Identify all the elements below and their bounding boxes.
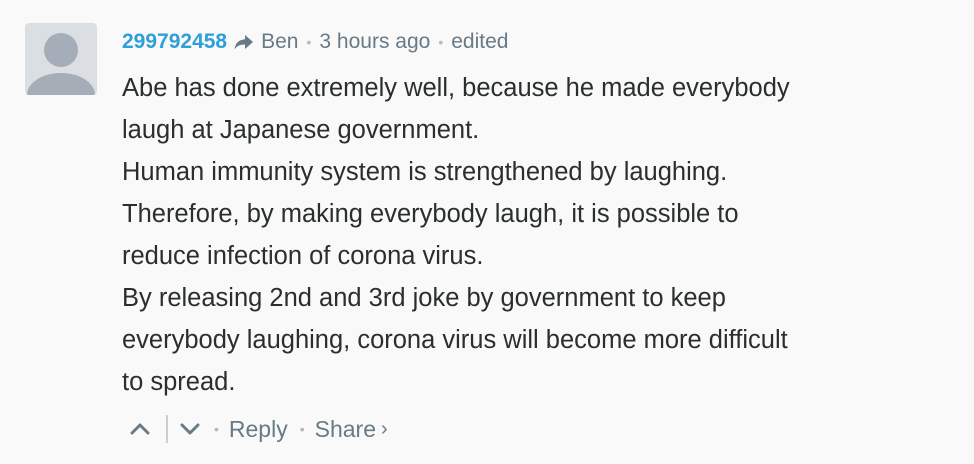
chevron-right-icon: › (381, 417, 388, 440)
comment-body-line: Therefore, by making everybody laugh, it… (122, 200, 739, 228)
separator-dot: • (306, 34, 312, 50)
chevron-up-icon (130, 423, 150, 435)
reply-button[interactable]: Reply (229, 416, 288, 443)
share-button[interactable]: Share (315, 416, 376, 443)
comment-footer: • Reply • Share › (128, 409, 388, 449)
comment-body-line: Abe has done extremely well, because he … (122, 74, 790, 102)
separator-dot: • (438, 34, 444, 50)
upvote-button[interactable] (128, 417, 152, 441)
reply-arrow-icon (233, 33, 255, 51)
avatar[interactable] (25, 23, 97, 95)
edited-label: edited (451, 30, 509, 53)
comment-body-line: laugh at Japanese government. (122, 116, 480, 144)
vote-divider (166, 415, 168, 443)
avatar-head-shape (44, 33, 78, 67)
comment: 299792458 Ben • 3 hours ago • edited Abe… (0, 0, 974, 464)
separator-dot: • (214, 421, 219, 437)
author-name-link[interactable]: 299792458 (122, 30, 227, 54)
comment-body-line: Human immunity system is strengthened by… (122, 158, 728, 186)
downvote-button[interactable] (178, 417, 202, 441)
comment-body-line: By releasing 2nd and 3rd joke by governm… (122, 284, 726, 312)
comment-body-line: to spread. (122, 368, 236, 396)
comment-body: Abe has done extremely well, because he … (122, 67, 952, 403)
separator-dot: • (299, 421, 305, 437)
timestamp-link[interactable]: 3 hours ago (319, 30, 430, 54)
chevron-down-icon (180, 423, 200, 435)
comment-body-line: reduce infection of corona virus. (122, 242, 484, 270)
comment-body-line: everybody laughing, corona virus will be… (122, 326, 788, 354)
comment-header: 299792458 Ben • 3 hours ago • edited (122, 27, 508, 57)
avatar-body-shape (27, 73, 95, 95)
in-reply-to-link[interactable]: Ben (261, 30, 298, 54)
